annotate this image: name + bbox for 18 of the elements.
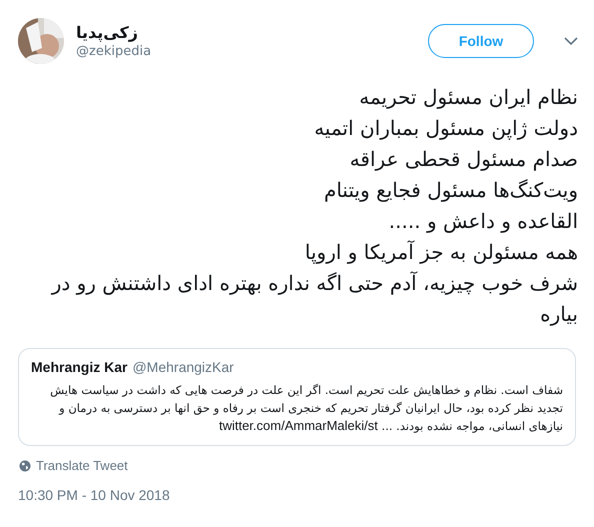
quoted-author-name: Mehrangiz Kar (31, 359, 128, 375)
follow-button[interactable]: Follow (428, 24, 534, 58)
tweet-text: دولت ژاپن مسئول بمباران اتمیه (313, 115, 578, 142)
globe-icon (19, 460, 31, 472)
tweet-timestamp[interactable]: 10:30 PM - 10 Nov 2018 (18, 487, 578, 503)
author-name[interactable]: زکی‌پدیا (76, 23, 138, 42)
tweet-text: صدام مسئول قحطی عراقه (348, 146, 578, 173)
tweet-text: نظام ایران مسئول تحریمه (358, 84, 578, 111)
quoted-tweet-card[interactable] (18, 348, 576, 446)
quoted-author-handle: @MehrangizKar (132, 359, 234, 375)
translate-tweet-link[interactable]: Translate Tweet (36, 458, 128, 473)
author-handle[interactable]: @zekipedia (76, 44, 152, 59)
tweet-text: القاعده و داعش و ..... (388, 208, 578, 235)
tweet-text: همه مسئولن به جز آمریکا و اروپا (304, 239, 578, 266)
tweet-text: شرف خوب چیزیه، آدم حتی اگه نداره بهتره ادای داشتنش رو در بیاره (50, 270, 578, 328)
tweet-text: ویت‌کنگ‌ها مسئول فجایع ویتنام (322, 177, 578, 204)
chevron-down-icon[interactable] (564, 37, 578, 45)
quoted-link[interactable]: twitter.com/AmmarMaleki/st (218, 418, 378, 433)
